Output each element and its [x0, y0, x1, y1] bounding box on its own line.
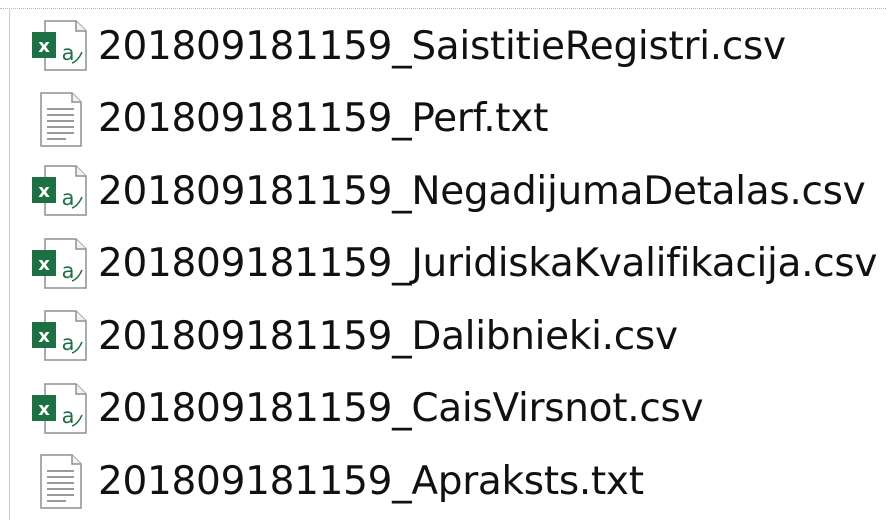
svg-text:x: x	[38, 36, 50, 57]
svg-text:a: a	[62, 41, 75, 65]
file-item[interactable]: a x 201809181159_NegadijumaDetalas.csv	[26, 155, 886, 228]
file-name: 201809181159_CaisVirsnot.csv	[98, 386, 704, 432]
file-name: 201809181159_Perf.txt	[98, 96, 549, 142]
excel-csv-icon: a x	[26, 308, 92, 364]
svg-text:x: x	[38, 399, 50, 420]
file-name: 201809181159_JuridiskaKvalifikacija.csv	[98, 241, 878, 287]
svg-text:x: x	[38, 181, 50, 202]
excel-csv-icon: a x	[26, 236, 92, 292]
svg-text:x: x	[38, 254, 50, 275]
file-name: 201809181159_Dalibnieki.csv	[98, 313, 678, 359]
file-name: 201809181159_NegadijumaDetalas.csv	[98, 168, 866, 214]
file-name: 201809181159_Apraksts.txt	[98, 458, 644, 504]
file-list: a x 201809181159_SaistitieRegistri.csv 2…	[26, 10, 886, 518]
file-name: 201809181159_SaistitieRegistri.csv	[98, 23, 786, 69]
svg-text:a: a	[62, 259, 75, 283]
excel-csv-icon: a x	[26, 18, 92, 74]
text-file-icon	[26, 91, 92, 147]
pane-top-border	[0, 8, 886, 9]
file-item[interactable]: a x 201809181159_JuridiskaKvalifikacija.…	[26, 228, 886, 301]
file-item[interactable]: a x 201809181159_Dalibnieki.csv	[26, 300, 886, 373]
excel-csv-icon: a x	[26, 163, 92, 219]
text-file-icon	[26, 453, 92, 509]
file-item[interactable]: a x 201809181159_SaistitieRegistri.csv	[26, 10, 886, 83]
svg-text:a: a	[62, 404, 75, 428]
file-item[interactable]: 201809181159_Apraksts.txt	[26, 445, 886, 518]
svg-text:a: a	[62, 186, 75, 210]
excel-csv-icon: a x	[26, 381, 92, 437]
file-item[interactable]: 201809181159_Perf.txt	[26, 83, 886, 156]
svg-text:x: x	[38, 326, 50, 347]
file-item[interactable]: a x 201809181159_CaisVirsnot.csv	[26, 373, 886, 446]
pane-left-border	[9, 8, 10, 520]
svg-text:a: a	[62, 331, 75, 355]
